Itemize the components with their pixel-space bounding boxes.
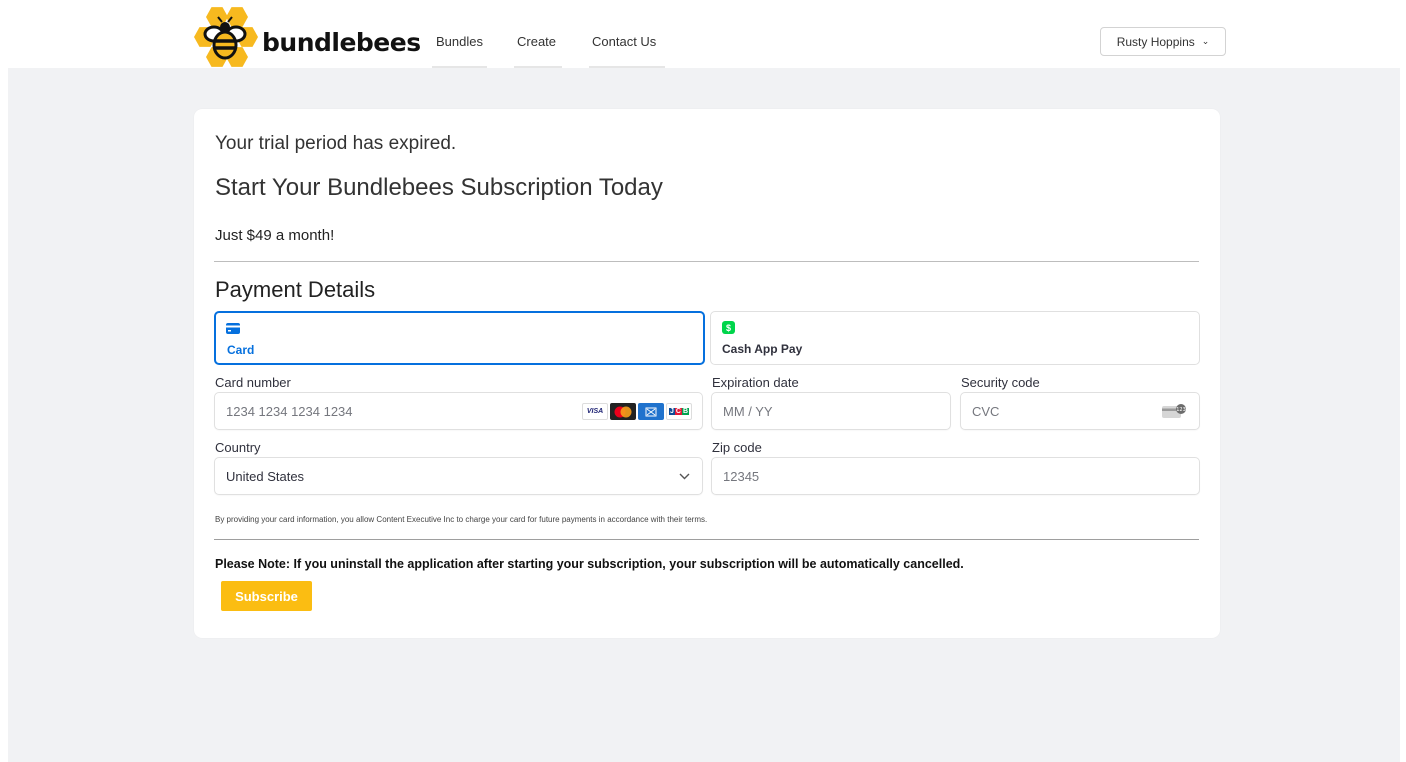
cvc-card-icon: 123 — [1162, 404, 1186, 418]
user-name: Rusty Hoppins — [1116, 34, 1195, 49]
bee-icon — [203, 16, 247, 60]
divider — [214, 261, 1199, 262]
security-code-placeholder: CVC — [972, 404, 1000, 419]
amex-mark — [645, 407, 657, 416]
divider — [214, 539, 1199, 540]
zip-code-label: Zip code — [712, 440, 762, 455]
amex-icon — [638, 403, 664, 420]
card-brand-icons: VISA JCB — [582, 403, 692, 420]
mastercard-circles — [614, 406, 632, 417]
country-label: Country — [215, 440, 261, 455]
jcb-b: B — [681, 408, 690, 415]
tab-cash-app-pay[interactable]: $ Cash App Pay — [710, 311, 1200, 365]
subscription-card: Your trial period has expired. Start You… — [194, 109, 1220, 638]
bundlebees-logo[interactable]: bundlebees — [188, 4, 421, 78]
jcb-icon: JCB — [666, 403, 692, 420]
expiration-input[interactable]: MM / YY — [711, 392, 951, 430]
card-number-input[interactable]: 1234 1234 1234 1234 VISA JCB — [214, 392, 703, 430]
card-icon — [226, 323, 240, 334]
tab-cash-app-label: Cash App Pay — [722, 342, 803, 356]
tab-card-label: Card — [227, 343, 255, 357]
subscribe-button[interactable]: Subscribe — [221, 581, 312, 611]
country-select[interactable]: United States — [214, 457, 703, 495]
payment-details-title: Payment Details — [215, 277, 376, 302]
card-number-placeholder: 1234 1234 1234 1234 — [226, 404, 353, 419]
nav-contact-us[interactable]: Contact Us — [592, 34, 656, 49]
nav-create[interactable]: Create — [517, 34, 556, 49]
expiration-label: Expiration date — [712, 375, 799, 390]
zip-code-input[interactable]: 12345 — [711, 457, 1200, 495]
user-menu-button[interactable]: Rusty Hoppins ⌄ — [1100, 27, 1226, 56]
payment-terms-text: By providing your card information, you … — [215, 515, 708, 524]
top-navbar: bundlebees Bundles Create Contact Us Rus… — [0, 0, 1406, 68]
expiration-placeholder: MM / YY — [723, 404, 773, 419]
svg-text:123: 123 — [1176, 407, 1186, 413]
price-text: Just $49 a month! — [215, 227, 335, 244]
nav-bundles[interactable]: Bundles — [436, 34, 483, 49]
card-number-label: Card number — [215, 375, 291, 390]
brand-name: bundlebees — [262, 28, 421, 57]
uninstall-note: Please Note: If you uninstall the applic… — [215, 557, 964, 571]
jcb-c: C — [674, 408, 682, 415]
tab-card[interactable]: Card — [214, 311, 705, 365]
zip-code-placeholder: 12345 — [723, 469, 760, 484]
mastercard-icon — [610, 403, 636, 420]
trial-expired-message: Your trial period has expired. — [215, 133, 457, 154]
security-code-input[interactable]: CVC 123 — [960, 392, 1200, 430]
cash-app-icon: $ — [722, 321, 735, 334]
chevron-down-icon: ⌄ — [1201, 36, 1210, 46]
country-value: United States — [226, 469, 305, 484]
visa-icon: VISA — [582, 403, 608, 420]
chevron-down-icon — [679, 473, 690, 480]
security-code-label: Security code — [961, 375, 1040, 390]
subscription-headline: Start Your Bundlebees Subscription Today — [215, 174, 663, 201]
